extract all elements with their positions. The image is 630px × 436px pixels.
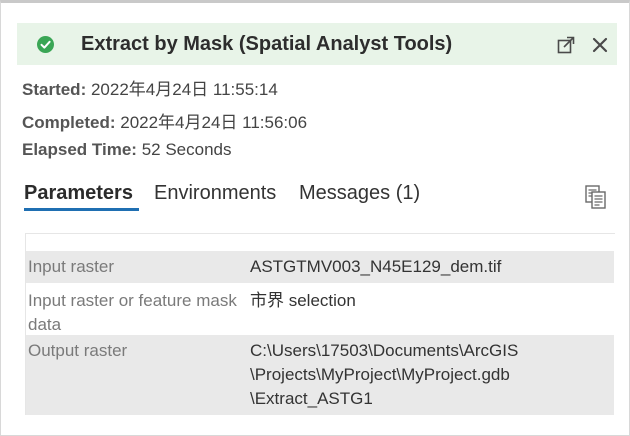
- copy-details-icon[interactable]: [584, 184, 608, 210]
- completed-row: Completed: 2022年4月24日 11:56:06: [22, 108, 307, 133]
- tab-parameters[interactable]: Parameters: [24, 182, 133, 205]
- parameter-row: Output raster C:\Users\17503\Documents\A…: [26, 335, 614, 415]
- success-check-icon: [37, 36, 54, 53]
- tab-messages[interactable]: Messages (1): [299, 182, 420, 205]
- tool-header: Extract by Mask (Spatial Analyst Tools): [17, 23, 617, 65]
- parameter-name: Input raster or feature mask data: [28, 291, 237, 334]
- started-row: Started: 2022年4月24日 11:55:14: [22, 75, 278, 100]
- parameter-row: Input raster or feature mask data 市界 sel…: [26, 285, 614, 334]
- parameter-name: Output raster: [28, 341, 128, 360]
- parameter-value: 市界 selection: [250, 291, 356, 310]
- started-label: Started:: [22, 80, 87, 99]
- parameter-value: C:\Users\17503\Documents\ArcGIS \Project…: [250, 341, 519, 408]
- elapsed-value: 52 Seconds: [141, 140, 232, 159]
- completed-value: 2022年4月24日 11:56:06: [120, 113, 308, 132]
- parameter-name: Input raster: [28, 257, 114, 276]
- completed-label: Completed:: [22, 113, 116, 132]
- parameters-table: Input raster ASTGTMV003_N45E129_dem.tif …: [25, 233, 615, 415]
- close-icon[interactable]: [591, 36, 609, 54]
- elapsed-row: Elapsed Time: 52 Seconds: [22, 140, 231, 160]
- started-value: 2022年4月24日 11:55:14: [90, 80, 278, 99]
- parameter-row: Input raster ASTGTMV003_N45E129_dem.tif: [26, 251, 614, 283]
- geoprocessing-history-popup: Extract by Mask (Spatial Analyst Tools) …: [0, 0, 630, 436]
- parameter-value: ASTGTMV003_N45E129_dem.tif: [250, 257, 502, 276]
- tool-title: Extract by Mask (Spatial Analyst Tools): [81, 33, 453, 55]
- active-tab-indicator: [24, 208, 139, 211]
- elapsed-label: Elapsed Time:: [22, 140, 137, 159]
- open-tool-icon[interactable]: [557, 36, 575, 54]
- tab-environments[interactable]: Environments: [154, 182, 276, 205]
